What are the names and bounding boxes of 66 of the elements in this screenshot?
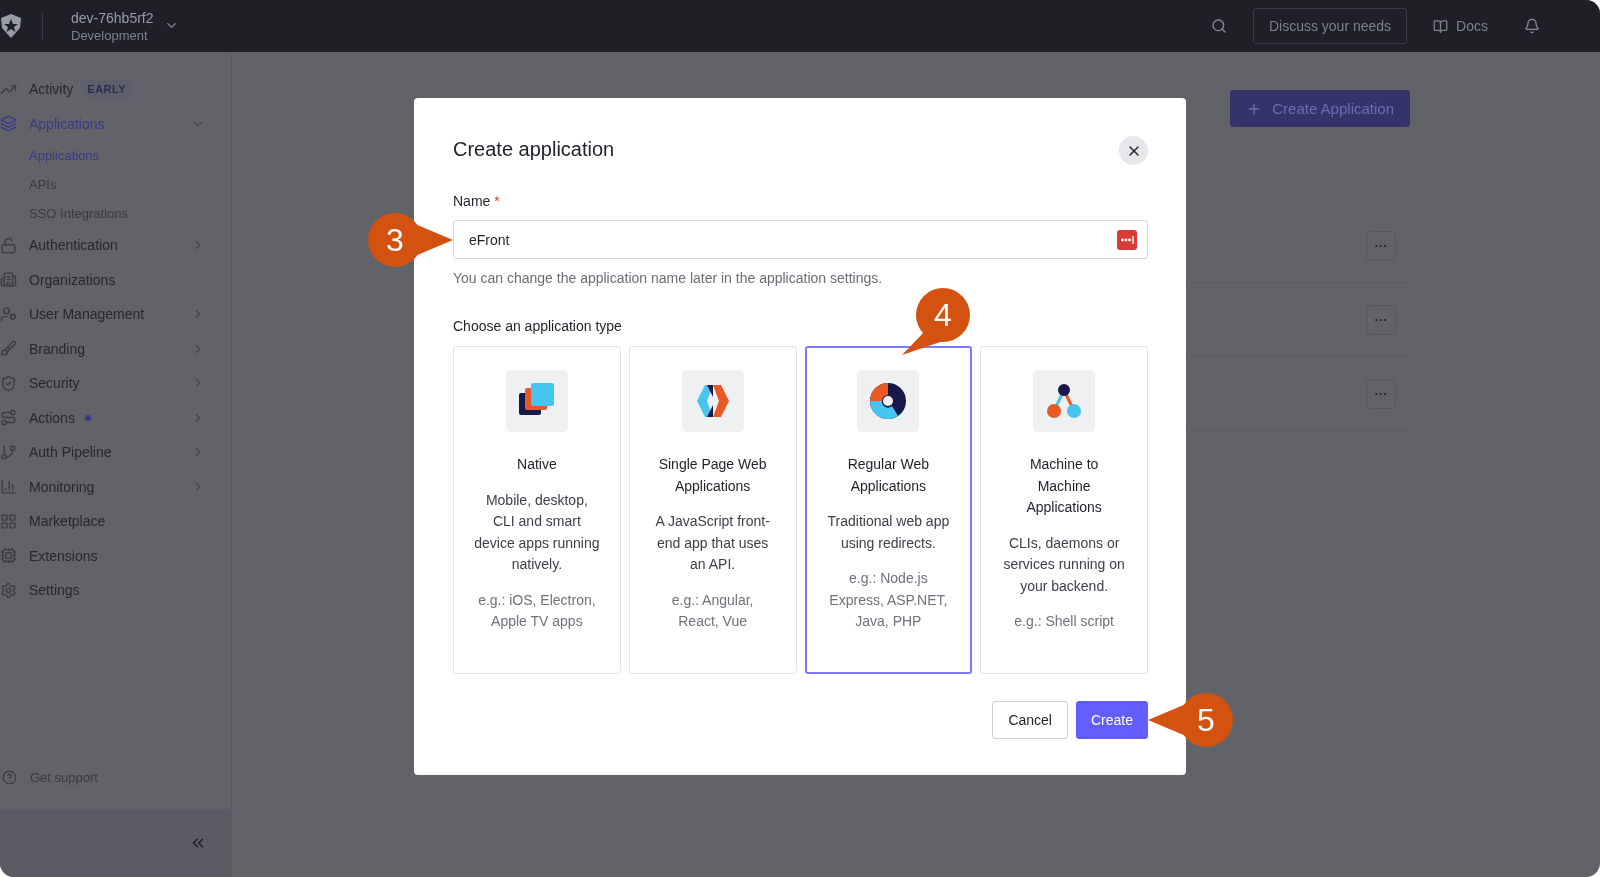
- field-hint: You can change the application name later in the application settings.: [453, 270, 884, 286]
- sidebar-item[interactable]: Extensions: [0, 538, 231, 573]
- required-mark: *: [494, 193, 500, 209]
- card-description: A JavaScript front-end app that uses an API.: [654, 512, 771, 574]
- tenant-name: dev-76hb5rf2: [71, 9, 154, 26]
- sidebar-item[interactable]: Authentication: [0, 228, 231, 263]
- chip-icon: [0, 547, 17, 565]
- application-type-card[interactable]: Single Page Web Applications A JavaScript front-end app that uses an API. e.g.: Angular, React, Vue: [628, 346, 797, 674]
- create-application-button[interactable]: Create Application: [1230, 90, 1410, 127]
- status-dot: [84, 414, 91, 421]
- card-description: Mobile, desktop, CLI and smart device apps running natively.: [473, 490, 600, 574]
- card-title: Native: [516, 455, 558, 474]
- sidebar-item[interactable]: Organizations: [0, 262, 231, 297]
- card-examples: e.g.: iOS, Electron, Apple TV apps: [477, 590, 597, 631]
- more-button[interactable]: ···: [1366, 230, 1396, 261]
- create-button[interactable]: Create: [1075, 701, 1148, 739]
- card-title: Machine to Machine Applications: [1025, 455, 1103, 517]
- layers-icon: [0, 115, 17, 133]
- name-input-field[interactable]: eFront: [453, 220, 1148, 259]
- card-title: Single Page Web Applications: [657, 455, 768, 496]
- branch-icon: [0, 443, 17, 461]
- card-description: Traditional web app using redirects.: [826, 512, 951, 553]
- section-label: Choose an application type: [453, 318, 622, 334]
- building-icon: [0, 271, 17, 289]
- card-examples: e.g.: Angular, React, Vue: [670, 590, 755, 631]
- bell-icon[interactable]: [1524, 18, 1540, 34]
- discuss-button[interactable]: Discuss your needs: [1252, 8, 1408, 44]
- grid-plus-icon: [0, 512, 17, 530]
- sidebar-item[interactable]: Auth Pipeline: [0, 435, 231, 470]
- shield-check-icon: [0, 374, 17, 392]
- ring-segments-icon: [868, 381, 909, 421]
- unlocked-padlock-icon: [0, 236, 17, 254]
- book-icon: [1433, 18, 1449, 34]
- application-type-card[interactable]: Machine to Machine Applications CLIs, daemons or services running on your backend. e.g.: Shell script: [980, 346, 1148, 674]
- bar-chart-icon: [0, 478, 17, 496]
- password-manager-icon[interactable]: [1117, 230, 1137, 250]
- sidebar-item[interactable]: Actions: [0, 400, 231, 435]
- sidebar-item[interactable]: User Management: [0, 297, 231, 332]
- card-examples: e.g.: Node.js Express, ASP.NET, Java, PHP: [828, 569, 949, 631]
- sidebar-item[interactable]: Marketplace: [0, 504, 231, 539]
- card-title: Regular Web Applications: [846, 455, 931, 496]
- settings-icon: [0, 581, 17, 599]
- card-examples: e.g.: Shell script: [1013, 612, 1115, 631]
- sidebar-item[interactable]: Branding: [0, 331, 231, 366]
- field-label: Name: [453, 193, 491, 209]
- step-callout: 5: [1148, 692, 1234, 748]
- step-callout: 3: [367, 212, 453, 268]
- docs-link[interactable]: Docs: [1433, 18, 1488, 34]
- more-button[interactable]: ···: [1366, 304, 1396, 335]
- sidebar-item[interactable]: Monitoring: [0, 469, 231, 504]
- search-icon[interactable]: [1210, 18, 1227, 34]
- environment-label: Development: [71, 27, 149, 43]
- close-button[interactable]: [1119, 136, 1148, 165]
- user-gear-icon: [0, 305, 17, 323]
- route-icon: [0, 409, 17, 427]
- application-type-card[interactable]: Native Mobile, desktop, CLI and smart device apps running natively. e.g.: iOS, Electron, Apple TV apps: [453, 346, 621, 674]
- sidebar-item[interactable]: Security: [0, 366, 231, 401]
- sidebar-item[interactable]: Settings: [0, 573, 231, 608]
- step-callout: 4: [900, 288, 970, 356]
- help-icon: [2, 770, 17, 785]
- more-button[interactable]: ···: [1366, 378, 1396, 409]
- dialog-title: Create application: [453, 138, 615, 161]
- application-type-card[interactable]: Regular Web Applications Traditional web app using redirects. e.g.: Node.js Express, ASP.NET, Java, PHP: [804, 346, 973, 674]
- cancel-button[interactable]: Cancel: [992, 701, 1068, 739]
- brush-icon: [0, 340, 17, 358]
- card-description: CLIs, daemons or services running on your backend.: [1002, 533, 1126, 596]
